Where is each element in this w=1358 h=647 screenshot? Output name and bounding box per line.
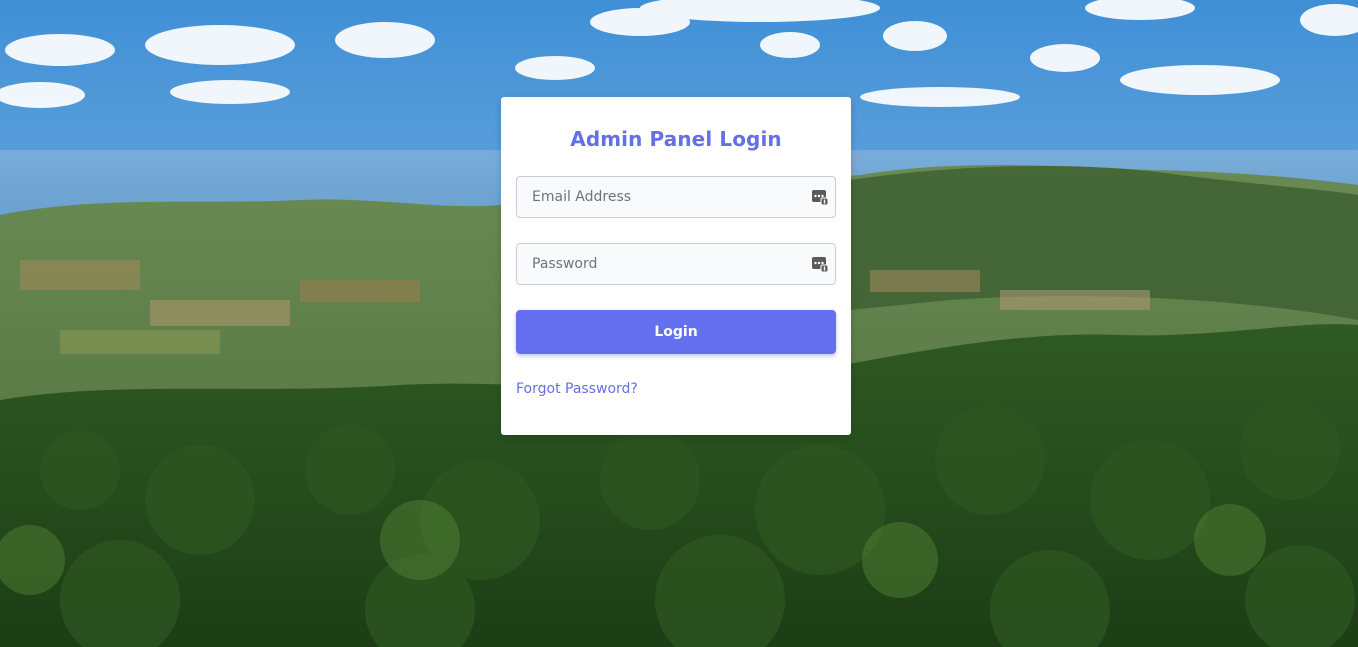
login-button[interactable]: Login [516,310,836,354]
forgot-password-link[interactable]: Forgot Password? [516,381,638,397]
password-manager-key-icon[interactable] [811,255,829,273]
login-title: Admin Panel Login [570,127,782,151]
login-card: Admin Panel Login Login Forgot Password? [501,97,851,435]
password-field[interactable] [516,243,836,285]
email-field[interactable] [516,176,836,218]
password-manager-key-icon[interactable] [811,188,829,206]
password-input[interactable] [517,244,802,284]
email-input[interactable] [517,177,802,217]
